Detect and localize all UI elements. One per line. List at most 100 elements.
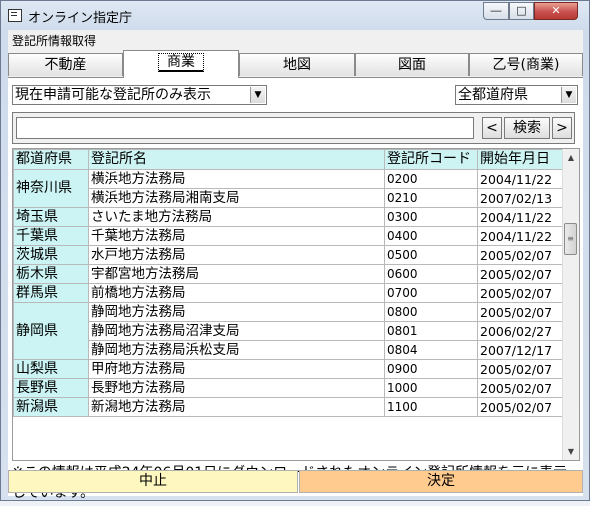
- table-row[interactable]: 栃木県 宇都宮地方法務局 0600 2005/02/07: [13, 264, 571, 284]
- registry-table[interactable]: 都道府県 登記所名 登記所コード 開始年月日 神奈川県 横浜地方法務局 0200 20…: [12, 148, 580, 461]
- office-code-cell[interactable]: 0804: [384, 340, 478, 360]
- prefecture-cell[interactable]: 神奈川県: [13, 169, 89, 208]
- scroll-down-icon[interactable]: ▼: [563, 443, 579, 460]
- cancel-button[interactable]: 中止: [8, 470, 298, 493]
- chevron-down-icon[interactable]: ▼: [561, 87, 576, 103]
- prefecture-select[interactable]: 全都道府県 ▼: [455, 85, 578, 105]
- office-name-cell[interactable]: 静岡地方法務局浜松支局: [88, 340, 385, 360]
- col-header-start-date[interactable]: 開始年月日: [477, 149, 571, 170]
- office-code-cell[interactable]: 1000: [384, 378, 478, 398]
- prefecture-cell[interactable]: 茨城県: [13, 245, 89, 265]
- prefecture-cell[interactable]: 山梨県: [13, 359, 89, 379]
- section-label: 登記所情報取得: [12, 34, 97, 48]
- office-code-cell[interactable]: 0900: [384, 359, 478, 379]
- col-header-prefecture[interactable]: 都道府県: [13, 149, 89, 170]
- minimize-button[interactable]: ―: [483, 2, 509, 20]
- table-row[interactable]: 千葉県 千葉地方法務局 0400 2004/11/22: [13, 226, 571, 246]
- tab-bar: 不動産 商業 地図 図面 乙号(商業): [8, 50, 583, 78]
- office-code-cell[interactable]: 0300: [384, 207, 478, 227]
- office-code-cell[interactable]: 0500: [384, 245, 478, 265]
- search-button[interactable]: 検索: [504, 117, 550, 139]
- office-code-cell[interactable]: 0210: [384, 188, 478, 208]
- filter-select[interactable]: 現在申請可能な登記所のみ表示 ▼: [12, 85, 267, 105]
- table-row[interactable]: 新潟県 新潟地方法務局 1100 2005/02/07: [13, 397, 571, 417]
- prefecture-select-value: 全都道府県: [458, 87, 528, 103]
- table-row[interactable]: 神奈川県 横浜地方法務局 0200 2004/11/22: [13, 169, 571, 208]
- office-name-cell[interactable]: 長野地方法務局: [88, 378, 385, 398]
- table-row[interactable]: 静岡地方法務局沼津支局 0801 2006/02/27: [14, 321, 571, 341]
- main-content: 登記所情報取得 不動産 商業 地図 図面 乙号(商業) 現在申請可能な登記所のみ…: [8, 30, 583, 501]
- search-bar: < 検索 >: [12, 112, 575, 144]
- start-date-cell[interactable]: 2004/11/22: [477, 207, 571, 227]
- search-input[interactable]: [16, 117, 474, 139]
- table-row[interactable]: 茨城県 水戸地方法務局 0500 2005/02/07: [13, 245, 571, 265]
- ok-button[interactable]: 決定: [299, 470, 583, 493]
- table-row[interactable]: 横浜地方法務局湘南支局 0210 2007/02/13: [14, 188, 571, 208]
- start-date-cell[interactable]: 2004/11/22: [477, 226, 571, 246]
- office-code-cell[interactable]: 0400: [384, 226, 478, 246]
- tab-shogyo-label: 商業: [158, 53, 204, 72]
- scroll-up-icon[interactable]: ▲: [563, 149, 579, 166]
- table-row[interactable]: 群馬県 前橋地方法務局 0700 2005/02/07: [13, 283, 571, 303]
- table-row[interactable]: 埼玉県 さいたま地方法務局 0300 2004/11/22: [13, 207, 571, 227]
- col-header-office-name[interactable]: 登記所名: [88, 149, 385, 170]
- table-row[interactable]: 長野県 長野地方法務局 1000 2005/02/07: [13, 378, 571, 398]
- vertical-scrollbar[interactable]: ▲ ≡ ▼: [562, 149, 579, 460]
- office-code-cell[interactable]: 0600: [384, 264, 478, 284]
- prefecture-cell[interactable]: 千葉県: [13, 226, 89, 246]
- scroll-thumb[interactable]: ≡: [564, 223, 577, 255]
- office-name-cell[interactable]: 前橋地方法務局: [88, 283, 385, 303]
- next-button[interactable]: >: [552, 117, 572, 139]
- office-code-cell[interactable]: 0700: [384, 283, 478, 303]
- chevron-down-icon[interactable]: ▼: [250, 87, 265, 103]
- prefecture-cell[interactable]: 静岡県: [13, 302, 89, 360]
- table-row[interactable]: 静岡地方法務局浜松支局 0804 2007/12/17: [14, 340, 571, 360]
- office-name-cell[interactable]: 横浜地方法務局: [88, 169, 385, 189]
- office-code-cell[interactable]: 0800: [384, 302, 478, 322]
- tab-otsugo-shogyo[interactable]: 乙号(商業): [469, 53, 583, 76]
- table-row[interactable]: 山梨県 甲府地方法務局 0900 2005/02/07: [13, 359, 571, 379]
- prefecture-cell[interactable]: 埼玉県: [13, 207, 89, 227]
- office-name-cell[interactable]: 甲府地方法務局: [88, 359, 385, 379]
- office-code-cell[interactable]: 0801: [384, 321, 478, 341]
- prefecture-cell[interactable]: 長野県: [13, 378, 89, 398]
- table-header-row: 都道府県 登記所名 登記所コード 開始年月日: [13, 149, 571, 170]
- office-name-cell[interactable]: 静岡地方法務局: [88, 302, 385, 322]
- start-date-cell[interactable]: 2004/11/22: [477, 169, 571, 189]
- office-name-cell[interactable]: 静岡地方法務局沼津支局: [88, 321, 385, 341]
- office-code-cell[interactable]: 0200: [384, 169, 478, 189]
- maximize-button[interactable]: □: [509, 2, 534, 20]
- app-icon[interactable]: [8, 9, 22, 22]
- start-date-cell[interactable]: 2005/02/07: [477, 397, 571, 417]
- close-button[interactable]: ✕: [534, 2, 578, 20]
- tab-chizu[interactable]: 地図: [239, 53, 355, 76]
- office-name-cell[interactable]: さいたま地方法務局: [88, 207, 385, 227]
- office-name-cell[interactable]: 横浜地方法務局湘南支局: [88, 188, 385, 208]
- prev-button[interactable]: <: [482, 117, 502, 139]
- tab-zumen[interactable]: 図面: [355, 53, 469, 76]
- prefecture-cell[interactable]: 栃木県: [13, 264, 89, 284]
- start-date-cell[interactable]: 2005/02/07: [477, 245, 571, 265]
- prefecture-cell[interactable]: 新潟県: [13, 397, 89, 417]
- filter-select-value: 現在申請可能な登記所のみ表示: [15, 87, 211, 103]
- col-header-office-code[interactable]: 登記所コード: [384, 149, 478, 170]
- office-name-cell[interactable]: 宇都宮地方法務局: [88, 264, 385, 284]
- window-title: オンライン指定庁: [28, 11, 133, 26]
- office-name-cell[interactable]: 新潟地方法務局: [88, 397, 385, 417]
- office-name-cell[interactable]: 千葉地方法務局: [88, 226, 385, 246]
- table-row[interactable]: 静岡県 静岡地方法務局 0800 2005/02/07: [13, 302, 571, 360]
- start-date-cell[interactable]: 2005/02/07: [477, 283, 571, 303]
- start-date-cell[interactable]: 2006/02/27: [477, 321, 571, 341]
- start-date-cell[interactable]: 2005/02/07: [477, 359, 571, 379]
- start-date-cell[interactable]: 2007/12/17: [477, 340, 571, 360]
- start-date-cell[interactable]: 2005/02/07: [477, 264, 571, 284]
- start-date-cell[interactable]: 2005/02/07: [477, 302, 571, 322]
- tab-shogyo[interactable]: 商業: [123, 50, 239, 78]
- office-code-cell[interactable]: 1100: [384, 397, 478, 417]
- office-name-cell[interactable]: 水戸地方法務局: [88, 245, 385, 265]
- tab-fudosan[interactable]: 不動産: [8, 53, 123, 76]
- title-bar[interactable]: オンライン指定庁 ― □ ✕: [1, 1, 589, 29]
- prefecture-cell[interactable]: 群馬県: [13, 283, 89, 303]
- start-date-cell[interactable]: 2007/02/13: [477, 188, 571, 208]
- start-date-cell[interactable]: 2005/02/07: [477, 378, 571, 398]
